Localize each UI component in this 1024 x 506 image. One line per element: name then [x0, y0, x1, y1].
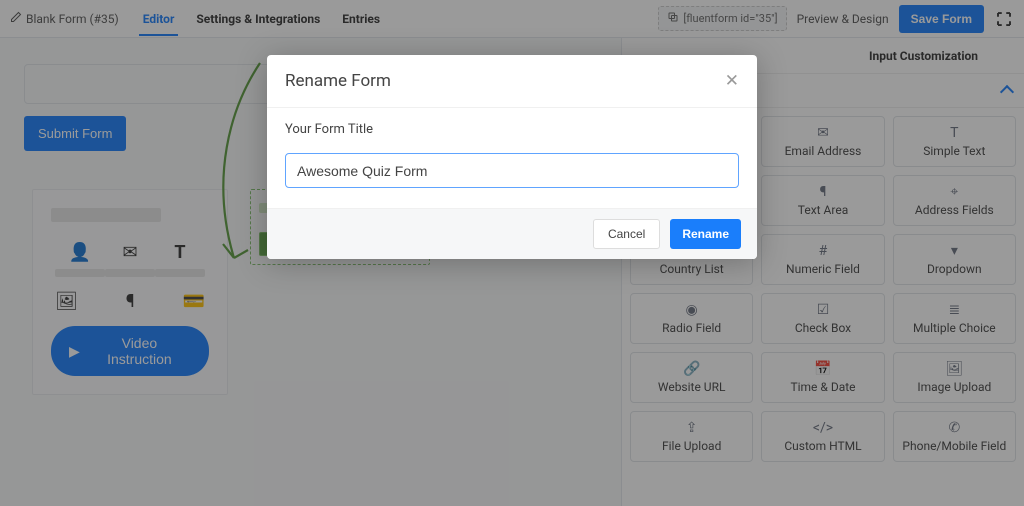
cancel-button[interactable]: Cancel — [593, 219, 660, 249]
rename-button[interactable]: Rename — [670, 219, 741, 249]
modal-header: Rename Form ✕ — [267, 55, 757, 108]
form-title-input[interactable] — [285, 153, 739, 188]
modal-body: Your Form Title — [267, 108, 757, 208]
modal-footer: Cancel Rename — [267, 208, 757, 259]
rename-form-modal: Rename Form ✕ Your Form Title Cancel Ren… — [267, 55, 757, 259]
modal-overlay: Rename Form ✕ Your Form Title Cancel Ren… — [0, 0, 1024, 506]
modal-input-label: Your Form Title — [285, 122, 739, 137]
close-icon[interactable]: ✕ — [725, 71, 739, 91]
modal-title: Rename Form — [285, 71, 391, 91]
